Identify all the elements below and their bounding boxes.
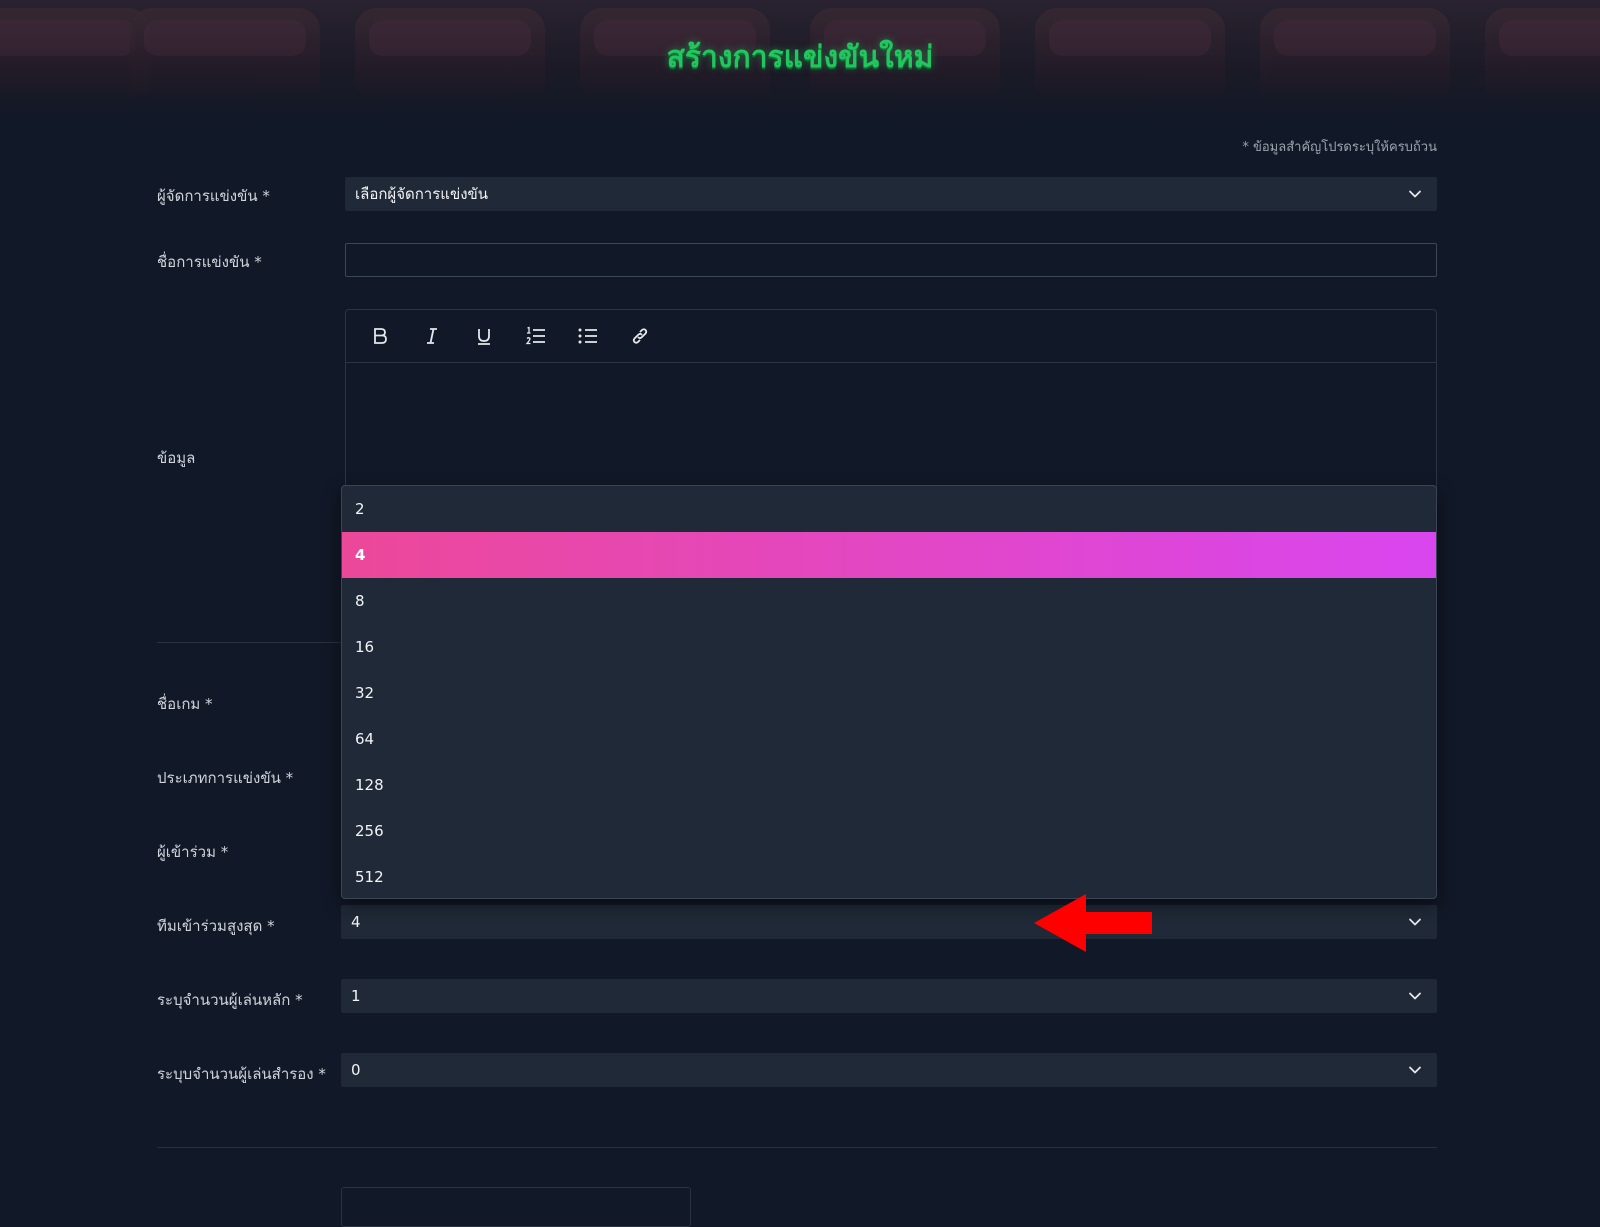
- dropdown-option[interactable]: 64: [342, 716, 1436, 762]
- bold-icon: [374, 328, 387, 344]
- participants-label: ผู้เข้าร่วม *: [157, 843, 229, 861]
- link-icon: [632, 328, 648, 344]
- dropdown-option[interactable]: 8: [342, 578, 1436, 624]
- sub-players-select[interactable]: 0: [341, 1053, 1437, 1087]
- organizer-label: ผู้จัดการแข่งขัน *: [157, 187, 270, 205]
- dropdown-option[interactable]: 32: [342, 670, 1436, 716]
- main-players-label: ระบุจำนวนผู้เล่นหลัก *: [157, 991, 303, 1009]
- competition-type-label: ประเภทการแข่งขัน *: [157, 769, 294, 787]
- hero-banner: สร้างการแข่งขันใหม่: [0, 0, 1600, 125]
- italic-button[interactable]: [412, 320, 452, 352]
- max-teams-label: ทีมเข้าร่วมสูงสุด *: [157, 917, 275, 935]
- annotation-arrow-icon: [1034, 894, 1152, 952]
- dropdown-option[interactable]: 4: [342, 532, 1436, 578]
- organizer-select[interactable]: เลือกผู้จัดการแข่งขัน: [345, 177, 1437, 211]
- organizer-select-value: เลือกผู้จัดการแข่งขัน: [355, 185, 489, 203]
- chevron-down-icon: [1409, 918, 1421, 926]
- ordered-list-icon: [525, 326, 545, 345]
- chevron-down-icon: [1409, 1066, 1421, 1074]
- competition-name-input[interactable]: [345, 243, 1437, 277]
- dropdown-option[interactable]: 2: [342, 486, 1436, 532]
- sub-players-label: ระบุบจำนวนผู้เล่นสำรอง *: [157, 1065, 326, 1083]
- editor-toolbar: [346, 310, 1436, 363]
- competition-name-label: ชื่อการแข่งขัน *: [157, 253, 262, 271]
- dropdown-option[interactable]: 512: [342, 854, 1436, 898]
- chevron-down-icon: [1409, 190, 1421, 198]
- page-title: สร้างการแข่งขันใหม่: [666, 40, 934, 75]
- main-players-select[interactable]: 1: [341, 979, 1437, 1013]
- required-note: * ข้อมูลสำคัญโปรดระบุให้ครบถ้วน: [1242, 140, 1437, 155]
- bottom-input-field[interactable]: [341, 1187, 691, 1227]
- max-teams-select-value: 4: [351, 913, 361, 931]
- max-teams-select[interactable]: 4: [341, 905, 1437, 939]
- info-label: ข้อมูล: [157, 449, 196, 467]
- section-divider: [157, 1147, 1437, 1148]
- main-players-select-value: 1: [351, 987, 361, 1005]
- ordered-list-button[interactable]: [516, 320, 556, 352]
- underline-icon: [478, 329, 490, 345]
- chevron-down-icon: [1409, 992, 1421, 1000]
- game-name-label: ชื่อเกม *: [157, 695, 213, 713]
- bullet-list-button[interactable]: [568, 320, 608, 352]
- dropdown-option[interactable]: 128: [342, 762, 1436, 808]
- dropdown-option[interactable]: 16: [342, 624, 1436, 670]
- underline-button[interactable]: [464, 320, 504, 352]
- max-teams-dropdown-list: 2 4 8 16 32 64 128 256 512: [341, 485, 1437, 899]
- sub-players-select-value: 0: [351, 1061, 361, 1079]
- link-button[interactable]: [620, 320, 660, 352]
- bullet-list-icon: [578, 328, 597, 344]
- dropdown-option[interactable]: 256: [342, 808, 1436, 854]
- bold-button[interactable]: [360, 320, 400, 352]
- italic-icon: [427, 328, 437, 344]
